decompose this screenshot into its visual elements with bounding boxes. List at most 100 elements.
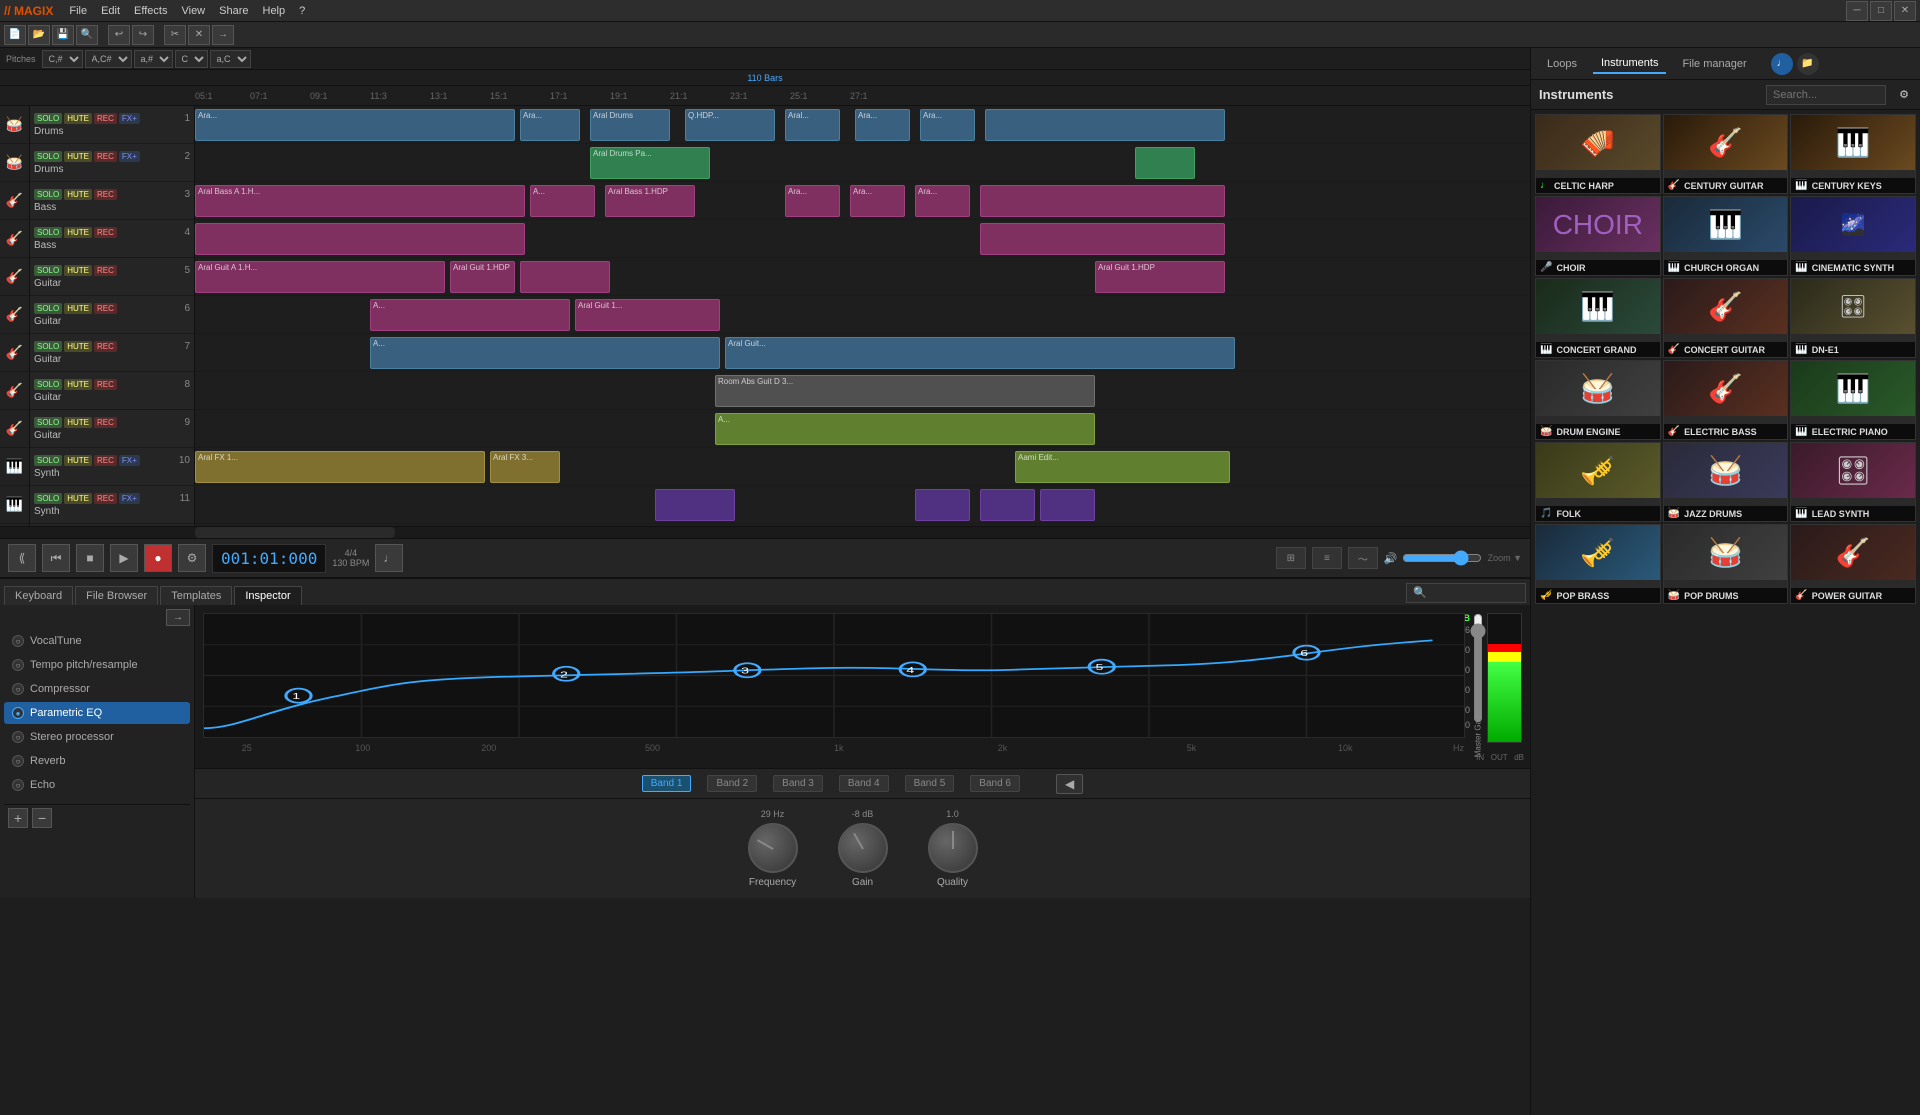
fx-power-vocaltune[interactable]: ○ [12, 635, 24, 647]
instrument-century-keys[interactable]: 🎹 🎹 CENTURY KEYS [1790, 114, 1916, 194]
instrument-drum-engine[interactable]: 🥁 🥁 DRUM ENGINE [1535, 360, 1661, 440]
mute-btn-3[interactable]: HUTE [64, 189, 92, 200]
rec-btn-8[interactable]: REC [94, 379, 117, 390]
band-btn-2[interactable]: Band 2 [707, 775, 757, 792]
toolbar-search[interactable]: 🔍 [76, 25, 98, 45]
mute-btn-5[interactable]: HUTE [64, 265, 92, 276]
clip-6-2[interactable]: Aral Guit 1... [575, 299, 720, 331]
toolbar-arrow[interactable]: → [212, 25, 234, 45]
toolbar-scissors[interactable]: ✂ [164, 25, 186, 45]
fx-power-compressor[interactable]: ○ [12, 683, 24, 695]
clip-2-1[interactable]: Aral Drums Pa... [590, 147, 710, 179]
instrument-concert-grand[interactable]: 🎹 🎹 CONCERT GRAND [1535, 278, 1661, 358]
clip-1-7[interactable]: Ara... [920, 109, 975, 141]
rec-btn-6[interactable]: REC [94, 303, 117, 314]
clip-6-1[interactable]: A... [370, 299, 570, 331]
pitch-dropdown-5[interactable]: a,C [210, 50, 251, 68]
mute-btn-4[interactable]: HUTE [64, 227, 92, 238]
clip-10-3[interactable]: Aami Edit... [1015, 451, 1230, 483]
instrument-concert-guitar[interactable]: 🎸 🎸 CONCERT GUITAR [1663, 278, 1789, 358]
rp-tab-filemanager[interactable]: File manager [1674, 55, 1754, 73]
view-btn-list[interactable]: ≡ [1312, 547, 1342, 569]
quality-knob[interactable] [928, 823, 978, 873]
tab-file-browser[interactable]: File Browser [75, 586, 158, 605]
mute-btn-9[interactable]: HUTE [64, 417, 92, 428]
instrument-power-guitar[interactable]: 🎸 🎸 POWER GUITAR [1790, 524, 1916, 604]
rec-btn-4[interactable]: REC [94, 227, 117, 238]
mute-btn-8[interactable]: HUTE [64, 379, 92, 390]
fx-power-reverb[interactable]: ○ [12, 755, 24, 767]
clip-4-2[interactable] [980, 223, 1225, 255]
clip-10-1[interactable]: Aral FX 1... [195, 451, 485, 483]
gain-knob[interactable] [838, 823, 888, 873]
instrument-folk[interactable]: 🎺 🎵 FOLK [1535, 442, 1661, 522]
instrument-dn-e1[interactable]: 🎛 🎹 DN-E1 [1790, 278, 1916, 358]
menu-file[interactable]: File [63, 3, 93, 19]
clip-7-2[interactable]: Aral Guit... [725, 337, 1235, 369]
clip-5-3[interactable] [520, 261, 610, 293]
clip-11-3[interactable] [980, 489, 1035, 521]
fx-item-stereo[interactable]: ○ Stereo processor [4, 726, 190, 748]
clip-3-4[interactable]: Ara... [785, 185, 840, 217]
view-btn-wave[interactable]: 〜 [1348, 547, 1378, 569]
menu-view[interactable]: View [175, 3, 211, 19]
clip-11-4[interactable] [1040, 489, 1095, 521]
solo-btn-3[interactable]: SOLO [34, 189, 62, 200]
clip-1-4[interactable]: Q.HDP... [685, 109, 775, 141]
bottom-search-input[interactable] [1406, 583, 1526, 603]
maximize-btn[interactable]: □ [1870, 1, 1892, 21]
mute-btn-1[interactable]: HUTE [64, 113, 92, 124]
band-btn-3[interactable]: Band 3 [773, 775, 823, 792]
btn-metronome[interactable]: ♩ [375, 544, 403, 572]
btn-settings[interactable]: ⚙ [178, 544, 206, 572]
fx-item-echo[interactable]: ○ Echo [4, 774, 190, 796]
pitch-dropdown-3[interactable]: a,# [134, 50, 173, 68]
instrument-electric-piano[interactable]: 🎹 🎹 ELECTRIC PIANO [1790, 360, 1916, 440]
minimize-btn[interactable]: ─ [1846, 1, 1868, 21]
clip-3-1[interactable]: Aral Bass A 1.H... [195, 185, 525, 217]
fx-power-stereo[interactable]: ○ [12, 731, 24, 743]
fx-power-eq[interactable]: ● [12, 707, 24, 719]
fx-add-btn[interactable]: + [8, 808, 28, 828]
fx-item-vocaltune[interactable]: ○ VocalTune [4, 630, 190, 652]
solo-btn-10[interactable]: SOLO [34, 455, 62, 466]
menu-share[interactable]: Share [213, 3, 254, 19]
volume-slider[interactable] [1402, 550, 1482, 566]
search-instruments[interactable] [1766, 85, 1886, 105]
tab-templates[interactable]: Templates [160, 586, 232, 605]
fx-item-compressor[interactable]: ○ Compressor [4, 678, 190, 700]
instrument-church-organ[interactable]: 🎹 🎹 CHURCH ORGAN [1663, 196, 1789, 276]
band-btn-4[interactable]: Band 4 [839, 775, 889, 792]
toolbar-undo[interactable]: ↩ [108, 25, 130, 45]
instrument-cinematic-synth[interactable]: 🌌 🎹 CINEMATIC SYNTH [1790, 196, 1916, 276]
instrument-pop-drums[interactable]: 🥁 🥁 POP DRUMS [1663, 524, 1789, 604]
fx-item-reverb[interactable]: ○ Reverb [4, 750, 190, 772]
clip-4-1[interactable] [195, 223, 525, 255]
clip-11-1[interactable] [655, 489, 735, 521]
toolbar-save[interactable]: 💾 [52, 25, 74, 45]
menu-edit[interactable]: Edit [95, 3, 126, 19]
btn-stop[interactable]: ■ [76, 544, 104, 572]
rec-btn-11[interactable]: REC [94, 493, 117, 504]
clip-9-1[interactable]: A... [715, 413, 1095, 445]
rec-btn-10[interactable]: REC [94, 455, 117, 466]
fx-power-echo[interactable]: ○ [12, 779, 24, 791]
instruments-settings-icon[interactable]: ⚙ [1896, 87, 1912, 103]
band-btn-1[interactable]: Band 1 [642, 775, 692, 792]
instrument-lead-synth[interactable]: 🎛 🎹 LEAD SYNTH [1790, 442, 1916, 522]
band-btn-5[interactable]: Band 5 [905, 775, 955, 792]
clip-3-2[interactable]: A... [530, 185, 595, 217]
mute-btn-11[interactable]: HUTE [64, 493, 92, 504]
toolbar-close[interactable]: ✕ [188, 25, 210, 45]
menu-help[interactable]: Help [257, 3, 292, 19]
rec-btn-5[interactable]: REC [94, 265, 117, 276]
clip-5-2[interactable]: Aral Guit 1.HDP [450, 261, 515, 293]
rec-btn-7[interactable]: REC [94, 341, 117, 352]
solo-btn-7[interactable]: SOLO [34, 341, 62, 352]
view-btn-grid[interactable]: ⊞ [1276, 547, 1306, 569]
tab-inspector[interactable]: Inspector [234, 586, 301, 605]
solo-btn-6[interactable]: SOLO [34, 303, 62, 314]
fx-item-eq[interactable]: ● Parametric EQ [4, 702, 190, 724]
solo-btn-1[interactable]: SOLO [34, 113, 62, 124]
clip-11-2[interactable] [915, 489, 970, 521]
